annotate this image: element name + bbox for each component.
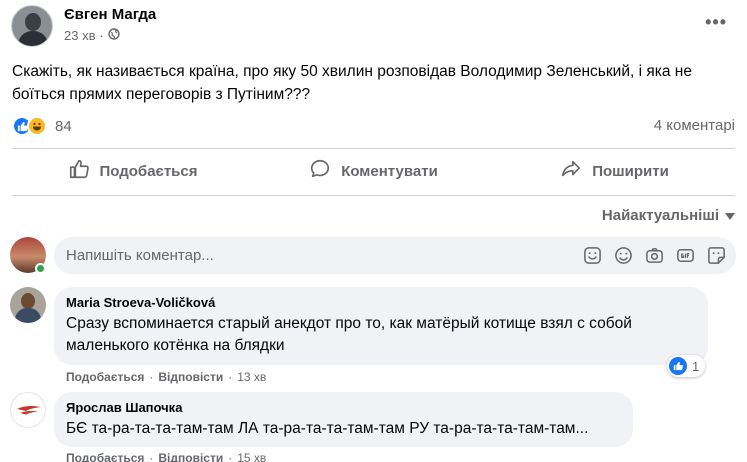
comment-like-link[interactable]: Подобається <box>66 451 144 462</box>
comment-text: БЄ та-ра-та-та-там-там ЛА та-ра-та-та-та… <box>66 420 589 437</box>
globe-icon <box>108 28 120 43</box>
separator-dot: · <box>99 28 104 43</box>
gif-icon[interactable] <box>675 245 695 265</box>
chevron-down-icon <box>725 207 735 224</box>
comments-count[interactable]: 4 коментарі <box>654 117 735 134</box>
post-text: Скажіть, як називається країна, про яку … <box>12 63 692 103</box>
comment-bubble: Maria Stroeva-Voličková Сразу вспоминает… <box>54 287 708 365</box>
comment-sort-dropdown[interactable]: Найактуальніші <box>602 207 735 224</box>
author-avatar[interactable] <box>11 5 53 47</box>
comment-reaction-badge[interactable]: 1 <box>667 355 706 377</box>
online-status-indicator <box>35 263 46 274</box>
comment-author-avatar[interactable] <box>10 287 46 323</box>
share-button[interactable]: Поширити <box>494 150 735 192</box>
sticker-2-icon[interactable] <box>706 245 726 265</box>
divider <box>12 195 735 196</box>
separator-dot: · <box>228 451 233 462</box>
like-button[interactable]: Подобається <box>12 150 253 192</box>
comment-time[interactable]: 13 хв <box>237 370 266 384</box>
comment-bubble: Ярослав Шапочка БЄ та-ра-та-та-там-там Л… <box>54 392 633 447</box>
composer-icons <box>582 245 726 265</box>
sticker-icon[interactable] <box>582 245 602 265</box>
camera-icon[interactable] <box>644 245 664 265</box>
comment-like-link[interactable]: Подобається <box>66 370 144 384</box>
reactions-count[interactable]: 84 <box>55 118 72 135</box>
like-button-label: Подобається <box>99 162 198 180</box>
comment-icon <box>309 158 331 184</box>
divider <box>12 148 735 149</box>
comment-time[interactable]: 15 хв <box>237 451 266 462</box>
like-reaction-icon <box>669 357 687 375</box>
comment-reply-link[interactable]: Відповісти <box>158 451 223 462</box>
separator-dot: · <box>228 370 233 384</box>
emoji-icon[interactable] <box>613 245 633 265</box>
comment-actions: Подобається · Відповісти · 15 хв <box>66 451 266 462</box>
share-button-label: Поширити <box>592 162 669 180</box>
comment-input[interactable] <box>66 247 566 264</box>
post-time[interactable]: 23 хв <box>64 28 95 43</box>
post-action-bar: Подобається Коментувати Поширити <box>12 150 735 192</box>
comment-author-avatar[interactable] <box>10 392 46 428</box>
comment-actions: Подобається · Відповісти · 13 хв <box>66 370 266 384</box>
comment-author-name[interactable]: Maria Stroeva-Voličková <box>66 295 696 310</box>
comment-reply-link[interactable]: Відповісти <box>158 370 223 384</box>
comment-composer[interactable] <box>54 237 736 274</box>
share-icon <box>560 158 582 184</box>
wing-logo-icon <box>17 405 41 415</box>
separator-dot: · <box>149 451 154 462</box>
comment-text: Сразу вспоминается старый анекдот про то… <box>66 315 632 354</box>
comment-button-label: Коментувати <box>341 162 438 180</box>
thumbs-up-icon <box>68 158 90 184</box>
haha-reaction-icon <box>27 116 47 136</box>
reactions-summary[interactable]: 84 <box>12 116 72 136</box>
post-author-name[interactable]: Євген Магда <box>64 6 156 23</box>
more-icon[interactable]: ••• <box>705 12 727 33</box>
sort-label: Найактуальніші <box>601 207 719 224</box>
separator-dot: · <box>149 370 154 384</box>
comment-button[interactable]: Коментувати <box>253 150 494 192</box>
post-meta: 23 хв · <box>64 28 120 43</box>
comment-reaction-count: 1 <box>692 358 700 374</box>
comment-author-name[interactable]: Ярослав Шапочка <box>66 400 621 415</box>
